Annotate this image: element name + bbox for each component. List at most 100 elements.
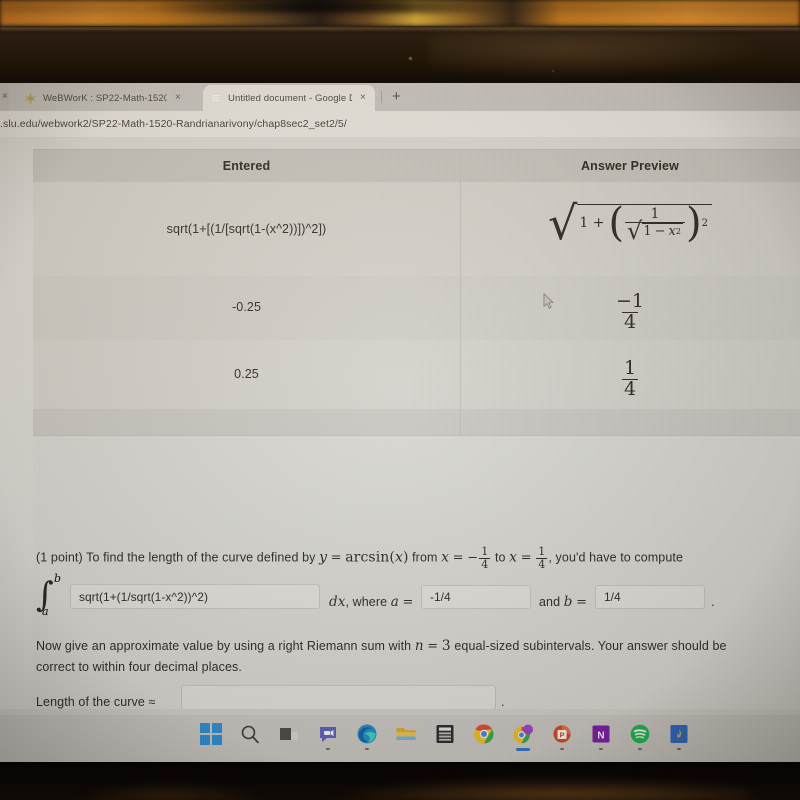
radical-sign: √	[548, 195, 578, 250]
taskbar-running-dot	[638, 748, 642, 750]
outer-exponent: 2	[701, 217, 708, 229]
cell-entered-value: -0.25	[232, 300, 261, 314]
length-trailing-period: .	[501, 695, 505, 709]
tab-offscreen-close-icon[interactable]: ×	[2, 91, 8, 102]
math-arcsin: arcsin(	[345, 549, 395, 566]
browser-tab-google-docs-close-icon[interactable]: ×	[360, 93, 366, 103]
fraction-denominator: √ 1 − x2	[625, 216, 685, 245]
table-row: -0.25 −1 4	[33, 276, 800, 341]
webwork-page: Entered Answer Preview sqrt(1+[(1/[sqrt(…	[0, 137, 800, 709]
dust-speck	[552, 70, 554, 72]
length-of-curve-input[interactable]	[181, 685, 496, 709]
math-arcsin-arg: x	[394, 549, 403, 566]
math-n: n	[414, 638, 424, 654]
browser-tab-webwork[interactable]: WeBWorK : SP22-Math-1520-Ra ×	[18, 85, 196, 111]
line1-text-c: to	[494, 550, 506, 565]
radicand-one: 1	[643, 224, 652, 240]
math-lower-minus: −	[467, 550, 479, 566]
laptop-screen-photo: × WeBWorK : SP22-Math-1520-Ra × Untitled…	[0, 0, 800, 800]
browser-tab-google-docs-title: Untitled document - Google Do	[228, 92, 352, 104]
paren-open: (	[608, 200, 625, 246]
table-header-row: Entered Answer Preview	[33, 149, 800, 184]
calculator-icon[interactable]	[434, 723, 456, 745]
start-icon[interactable]	[200, 723, 222, 745]
upper-limit-numerator: 1	[538, 545, 546, 558]
bezel-gloss	[430, 30, 770, 78]
line2-text-b: equal-sized subintervals. Your answer sh…	[454, 639, 727, 653]
dx-d: d	[329, 594, 338, 610]
new-tab-button[interactable]: +	[392, 89, 401, 104]
onenote-icon[interactable]: N	[590, 723, 612, 750]
search-icon[interactable]	[239, 723, 261, 745]
upper-limit-denominator: 4	[536, 557, 548, 571]
problem-statement-line2: Now give an approximate value by using a…	[36, 636, 778, 657]
cell-answer-preview: −1 4	[460, 291, 800, 333]
upper-limit-b-input[interactable]: 1/4	[595, 585, 705, 609]
math-equals-3: =	[520, 550, 532, 566]
integrand-input-value: sqrt(1+(1/sqrt(1-x^2))^2)	[79, 589, 208, 604]
task-view-icon[interactable]	[278, 723, 300, 745]
integral-trailing-period: .	[711, 595, 715, 609]
edge-icon[interactable]	[356, 723, 378, 750]
office-app-icon[interactable]	[668, 723, 690, 750]
math-y: y	[319, 549, 328, 566]
math-x-lower: x	[441, 549, 450, 566]
url-text: .slu.edu/webwork2/SP22-Math-1520-Randria…	[0, 118, 347, 130]
taskbar-active-underline	[516, 748, 530, 751]
browser-tab-webwork-close-icon[interactable]: ×	[175, 93, 181, 103]
browser-tab-google-docs[interactable]: Untitled document - Google Do ×	[203, 85, 375, 111]
table-row: sqrt(1+[(1/[sqrt(1-(x^2))])^2]) √ 1 + ( …	[33, 182, 800, 277]
math-x-upper: x	[509, 549, 518, 566]
math-b-symbol: b	[563, 594, 573, 610]
inner-radical-sign: √	[627, 216, 643, 245]
fraction-numerator: 1	[623, 357, 637, 379]
and-label: and	[539, 595, 561, 609]
cell-answer-preview: √ 1 + ( 1 √ 1 − x 2) 2	[460, 195, 800, 250]
column-header-answer-preview: Answer Preview	[581, 159, 679, 173]
where-label: , where	[345, 595, 388, 609]
browser-omnibox[interactable]: .slu.edu/webwork2/SP22-Math-1520-Randria…	[0, 111, 800, 138]
cell-entered-value: sqrt(1+[(1/[sqrt(1-(x^2))])^2])	[166, 222, 327, 236]
svg-text:P: P	[559, 730, 564, 739]
integrand-input[interactable]: sqrt(1+(1/sqrt(1-x^2))^2)	[70, 584, 320, 609]
desk-reflection	[330, 779, 750, 800]
chrome-icon[interactable]	[473, 723, 495, 745]
dx-where-a-label: dx, where a =	[329, 592, 413, 613]
lower-limit-denominator: 4	[479, 557, 491, 571]
file-explorer-icon[interactable]	[395, 723, 417, 745]
radicand-minus: −	[654, 224, 666, 240]
table-row	[33, 409, 800, 436]
background-room-shadow	[0, 0, 800, 13]
line1-text-a: To find the length of the curve defined …	[86, 550, 316, 565]
spotify-icon[interactable]	[629, 723, 651, 750]
table-column-divider	[460, 150, 461, 183]
cell-answer-preview: 1 4	[460, 357, 800, 400]
dust-speck	[409, 57, 412, 60]
line2-text-a: Now give an approximate value by using a…	[36, 639, 412, 653]
google-docs-icon	[209, 92, 222, 105]
line1-text-d: , you'd have to compute	[548, 550, 684, 565]
taskbar-icon-group: P N	[200, 723, 690, 751]
table-column-divider	[460, 409, 461, 435]
fraction-numerator: 1	[650, 206, 660, 223]
column-header-entered: Entered	[222, 159, 271, 173]
math-n-equals: =	[427, 639, 439, 654]
paren-close: )	[685, 200, 702, 246]
math-a-equals: =	[402, 595, 414, 610]
length-of-curve-label: Length of the curve ≈	[36, 695, 156, 709]
math-equals-2: =	[452, 550, 464, 566]
line1-text-b: from	[412, 550, 438, 565]
teams-chat-icon[interactable]	[317, 723, 339, 750]
taskbar-running-dot	[560, 748, 564, 750]
windows-taskbar: P N	[0, 715, 800, 762]
preview-lead: 1 +	[579, 215, 605, 232]
tab-separator	[381, 90, 382, 103]
fraction-denominator: 4	[621, 310, 639, 333]
taskbar-running-dot	[677, 748, 681, 750]
chrome-beta-icon[interactable]	[512, 723, 534, 751]
radicand-x-exponent: 2	[675, 227, 681, 237]
integral-lower-limit: a	[42, 605, 49, 618]
problem-statement-line1: (1 point) To find the length of the curv…	[36, 546, 796, 570]
lower-limit-a-input[interactable]: -1/4	[421, 585, 531, 609]
powerpoint-icon[interactable]: P	[551, 723, 573, 750]
